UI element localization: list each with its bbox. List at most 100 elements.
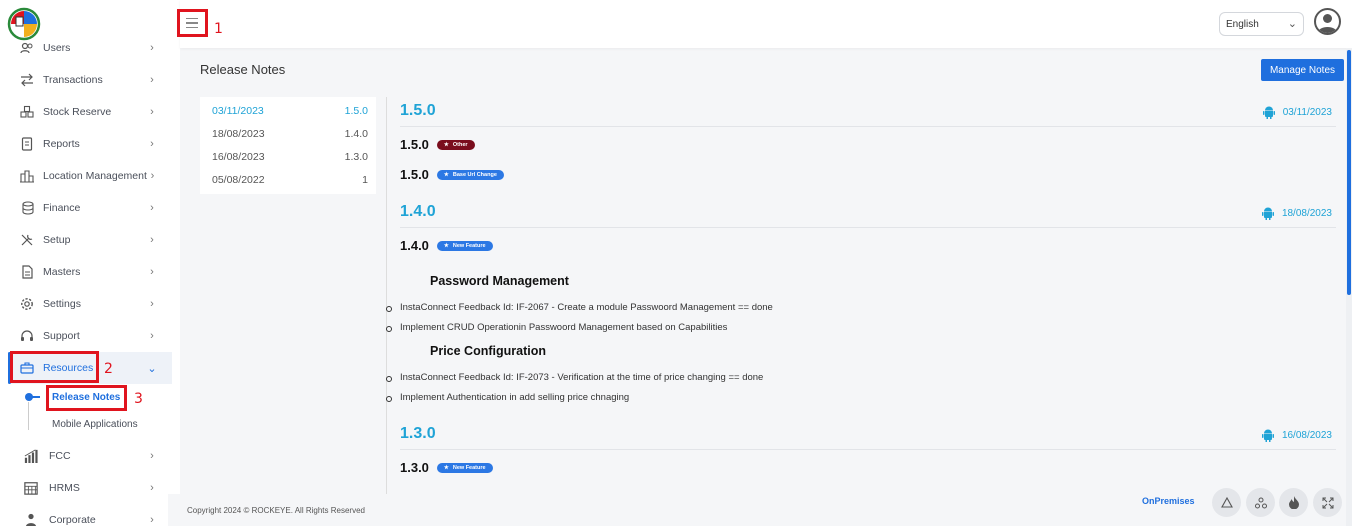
version-list-item[interactable]: 03/11/2023 1.5.0 <box>212 105 368 117</box>
sidebar-item-location-management[interactable]: Location Management › <box>8 160 172 192</box>
sidebar-item-setup[interactable]: Setup › <box>8 224 172 256</box>
sidebar-subitem-mobile-applications[interactable]: Mobile Applications <box>52 419 138 430</box>
chevron-right-icon: › <box>150 330 154 342</box>
badge-label: Base Url Change <box>452 171 497 178</box>
sub-version-number: 1.3.0 <box>400 460 429 475</box>
recycle-button[interactable] <box>1212 488 1241 517</box>
chevron-down-icon: ⌄ <box>1287 18 1297 30</box>
version-number: 1.5.0 <box>344 105 368 117</box>
tag-badge: ★ Base Url Change <box>436 169 504 180</box>
sub-version: 1.4.0 ★ New Feature <box>400 238 493 253</box>
user-avatar[interactable] <box>1314 8 1341 35</box>
fullscreen-button[interactable] <box>1313 488 1342 517</box>
chevron-right-icon: › <box>150 514 154 526</box>
version-date: 18/08/2023 <box>1281 208 1332 219</box>
chevron-right-icon: › <box>150 234 154 246</box>
section-heading: Price Configuration <box>430 344 546 358</box>
version-date: 05/08/2022 <box>212 174 265 186</box>
version-date: 18/08/2023 <box>212 128 265 140</box>
fire-button[interactable] <box>1279 488 1308 517</box>
sub-version: 1.3.0 ★ New Feature <box>400 460 493 475</box>
chevron-right-icon: › <box>150 42 154 54</box>
finance-icon <box>20 201 34 215</box>
manage-notes-button[interactable]: Manage Notes <box>1261 59 1344 81</box>
expand-icon <box>1322 497 1333 508</box>
version-list-item[interactable]: 05/08/2022 1 <box>212 174 368 186</box>
sidebar-item-masters[interactable]: Masters › <box>8 256 172 288</box>
version-date-label: 03/11/2023 <box>1262 106 1332 119</box>
chevron-right-icon: › <box>150 74 154 86</box>
note-bullet: InstaConnect Feedback Id: IF-2073 - Veri… <box>385 372 764 383</box>
sub-version-number: 1.5.0 <box>400 137 429 152</box>
sidebar-item-label: Masters <box>43 266 81 278</box>
sub-version: 1.5.0 ★ Base Url Change <box>400 167 504 182</box>
version-divider <box>400 449 1336 450</box>
chevron-right-icon: › <box>150 450 154 462</box>
annotation-number-2: 2 <box>104 361 113 377</box>
triangle-icon <box>1220 496 1233 508</box>
note-bullet: InstaConnect Feedback Id: IF-2067 - Crea… <box>386 302 773 313</box>
sub-version-number: 1.5.0 <box>400 167 429 182</box>
annotation-box-3 <box>46 385 127 411</box>
sidebar-item-fcc[interactable]: FCC › <box>8 440 172 472</box>
version-heading: 1.5.0 03/11/2023 <box>400 102 1336 120</box>
sub-version: 1.5.0 ★ Other <box>400 137 475 152</box>
sidebar-item-label: Stock Reserve <box>43 106 112 118</box>
deployment-mode: OnPremises <box>1142 496 1195 506</box>
language-value: English <box>1226 18 1259 30</box>
top-header <box>180 0 1352 48</box>
scrollbar-thumb[interactable] <box>1347 50 1351 295</box>
sidebar-item-reports[interactable]: Reports › <box>8 128 172 160</box>
version-title: 1.3.0 <box>400 425 436 442</box>
sidebar-item-support[interactable]: Support › <box>8 320 172 352</box>
version-date: 16/08/2023 <box>1281 430 1332 441</box>
content-divider <box>386 97 387 495</box>
version-title: 1.5.0 <box>400 102 436 119</box>
annotation-box-2 <box>10 351 99 383</box>
sidebar-item-label: Finance <box>43 202 81 214</box>
sidebar-item-transactions[interactable]: Transactions › <box>8 64 172 96</box>
transfer-icon <box>20 73 34 87</box>
badge-label: New Feature <box>452 464 486 471</box>
sidebar-item-label: Setup <box>43 234 71 246</box>
sidebar-item-users[interactable]: Users › <box>8 32 172 64</box>
network-icon <box>1254 497 1267 508</box>
version-number: 1.3.0 <box>344 151 368 163</box>
version-list: 03/11/2023 1.5.0 18/08/2023 1.4.0 16/08/… <box>200 97 376 194</box>
version-title: 1.4.0 <box>400 203 436 220</box>
version-date-label: 16/08/2023 <box>1261 429 1332 442</box>
annotation-number-1: 1 <box>214 21 223 37</box>
support-icon <box>20 329 34 343</box>
sidebar-item-label: FCC <box>49 450 71 462</box>
calendar-icon <box>24 481 38 495</box>
sidebar-item-settings[interactable]: Settings › <box>8 288 172 320</box>
language-select[interactable]: English ⌄ <box>1219 12 1304 36</box>
android-icon <box>1261 207 1274 220</box>
version-divider <box>400 227 1336 228</box>
sub-version-number: 1.4.0 <box>400 238 429 253</box>
chevron-down-icon: ⌄ <box>147 362 157 375</box>
version-number: 1.4.0 <box>344 128 368 140</box>
sidebar-item-stock-reserve[interactable]: Stock Reserve › <box>8 96 172 128</box>
version-date: 03/11/2023 <box>1282 107 1332 118</box>
tag-badge: ★ New Feature <box>436 240 493 251</box>
location-icon <box>20 169 34 183</box>
version-list-item[interactable]: 16/08/2023 1.3.0 <box>212 151 368 163</box>
version-date: 03/11/2023 <box>212 105 264 117</box>
tag-badge: ★ New Feature <box>436 462 493 473</box>
star-icon: ★ <box>443 141 449 148</box>
note-bullet: Implement CRUD Operationin Passwoord Man… <box>385 322 728 333</box>
sub-connector-line <box>28 402 29 430</box>
note-bullet: Implement Authentication in add selling … <box>385 392 630 403</box>
sidebar-item-hrms[interactable]: HRMS › <box>8 472 172 504</box>
settings-icon <box>20 297 34 311</box>
sidebar-item-finance[interactable]: Finance › <box>8 192 172 224</box>
sidebar-item-label: Support <box>43 330 80 342</box>
network-button[interactable] <box>1246 488 1275 517</box>
version-list-item[interactable]: 18/08/2023 1.4.0 <box>212 128 368 140</box>
masters-icon <box>20 265 34 279</box>
chart-icon <box>24 449 38 463</box>
chevron-right-icon: › <box>150 482 154 494</box>
chevron-right-icon: › <box>150 298 154 310</box>
sidebar-item-corporate[interactable]: Corporate › <box>8 504 172 526</box>
